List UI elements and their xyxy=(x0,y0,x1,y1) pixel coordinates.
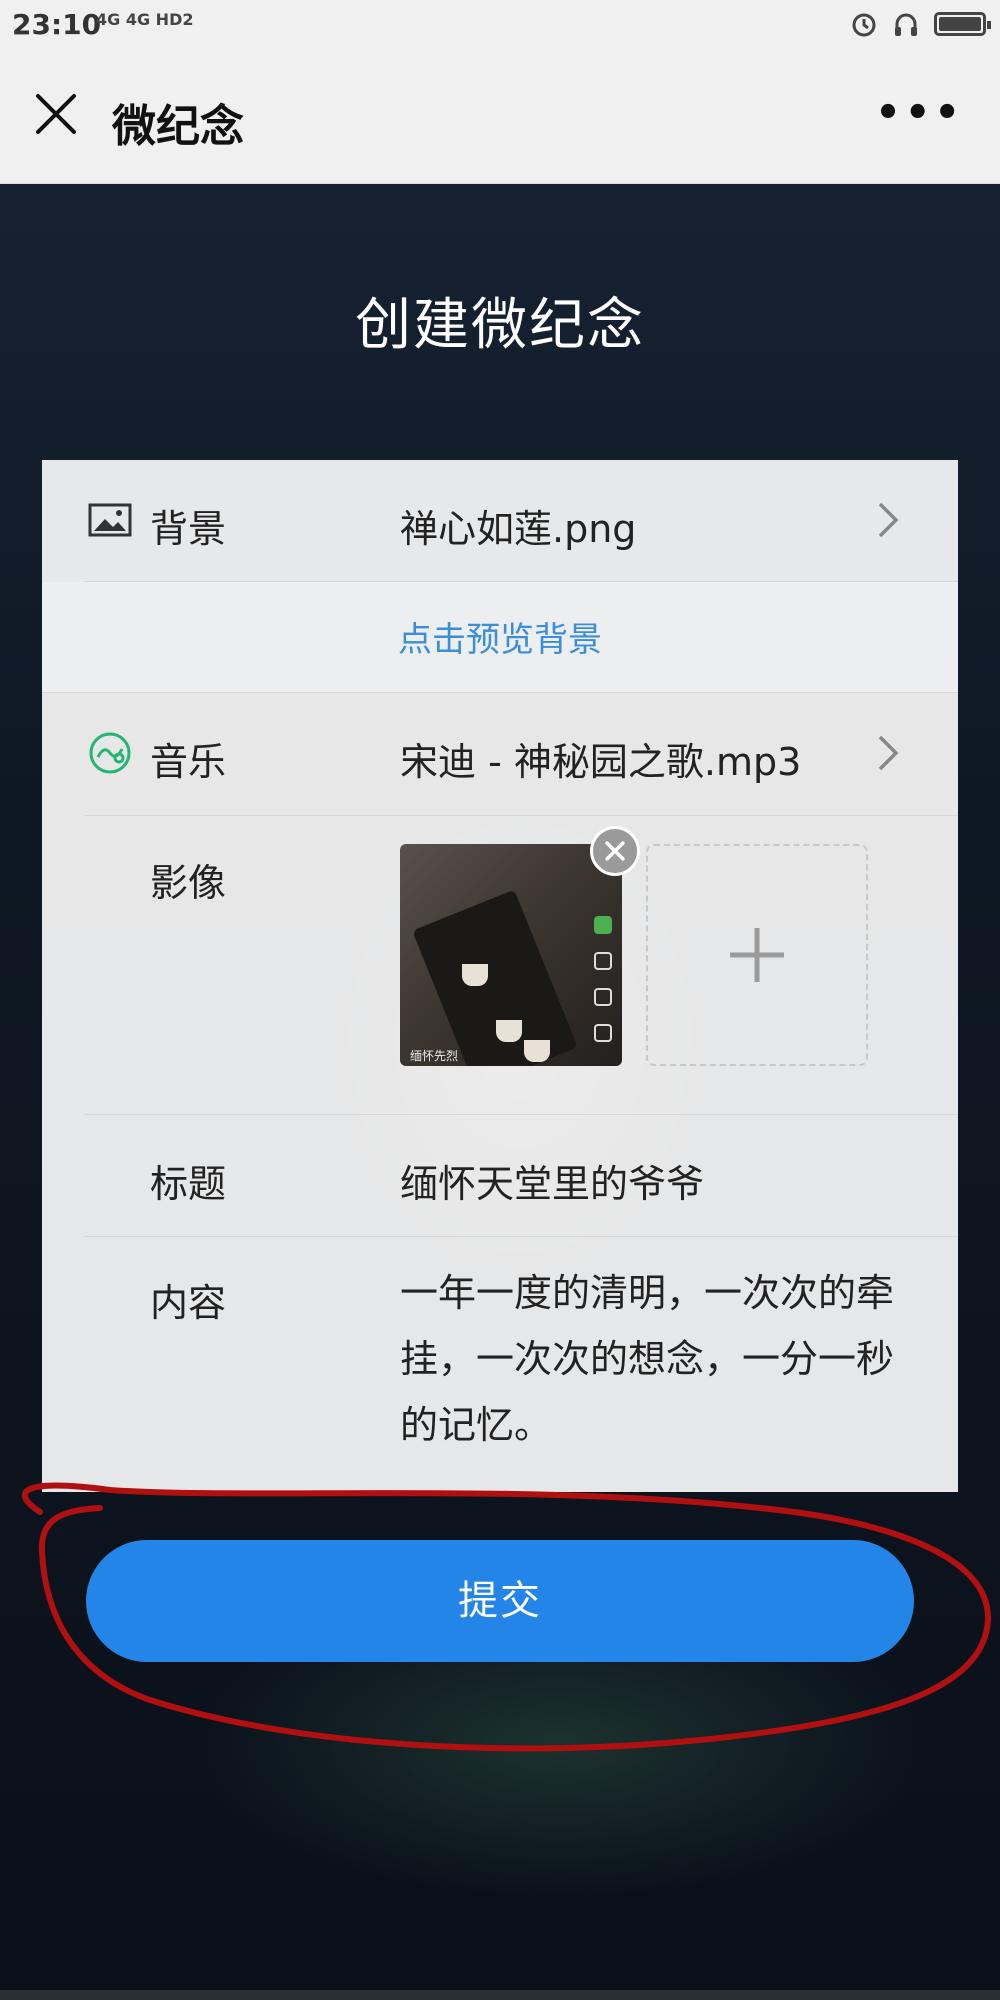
title-row[interactable]: 标题 缅怀天堂里的爷爷 xyxy=(42,1115,958,1237)
remove-image-icon[interactable] xyxy=(590,826,640,876)
divider xyxy=(84,815,958,816)
thumbnail-side-icons xyxy=(592,916,614,1042)
background-row[interactable]: 背景 禅心如莲.png xyxy=(42,460,958,582)
status-bar: 23:10 4G 4G HD2 xyxy=(0,0,1000,52)
chevron-right-icon xyxy=(878,735,899,771)
submit-button[interactable]: 提交 xyxy=(86,1540,914,1662)
content-label: 内容 xyxy=(150,1281,227,1325)
more-icon[interactable]: ••• xyxy=(875,90,964,136)
title-label: 标题 xyxy=(150,1162,227,1206)
plus-icon xyxy=(730,928,784,982)
background-label: 背景 xyxy=(150,507,227,551)
chevron-right-icon xyxy=(878,502,899,538)
image-thumbnail[interactable]: 缅怀先烈 xyxy=(400,844,622,1066)
status-time: 23:10 xyxy=(12,8,102,41)
music-row[interactable]: 音乐 宋迪 - 神秘园之歌.mp3 xyxy=(42,693,958,815)
preview-background-link[interactable]: 点击预览背景 xyxy=(42,612,958,661)
headphones-icon xyxy=(895,13,917,36)
preview-row: 点击预览背景 xyxy=(42,582,958,692)
content-value[interactable]: 一年一度的清明，一次次的牵挂，一次次的想念，一分一秒的记忆。 xyxy=(400,1260,920,1458)
tea-cup xyxy=(524,1040,550,1062)
alarm-icon xyxy=(852,13,876,37)
status-icons xyxy=(850,10,991,38)
music-icon xyxy=(89,732,131,774)
bottom-bar xyxy=(0,1990,1000,2000)
tea-cup xyxy=(462,964,488,986)
close-icon[interactable] xyxy=(30,88,82,140)
music-label: 音乐 xyxy=(150,740,227,784)
divider xyxy=(84,1236,958,1237)
music-value: 宋迪 - 神秘园之歌.mp3 xyxy=(400,740,802,784)
image-label: 影像 xyxy=(150,861,227,905)
nav-bar: 微纪念 ••• xyxy=(0,52,1000,184)
network-indicator: 4G 4G HD2 xyxy=(96,10,194,29)
thumbnail-caption: 缅怀先烈 xyxy=(410,1049,459,1063)
title-value[interactable]: 缅怀天堂里的爷爷 xyxy=(400,1153,704,1208)
tea-tray xyxy=(412,889,578,1066)
image-icon xyxy=(88,503,132,537)
battery-icon xyxy=(934,12,991,36)
tea-cup xyxy=(496,1020,522,1042)
page-title: 创建微纪念 xyxy=(355,293,645,358)
nav-title: 微纪念 xyxy=(112,101,244,152)
background-value: 禅心如莲.png xyxy=(400,507,637,551)
add-image-button[interactable] xyxy=(646,844,868,1066)
memorial-form: 背景 禅心如莲.png 点击预览背景 音乐 宋迪 - 神秘园之歌.mp3 影像 xyxy=(42,460,958,1492)
